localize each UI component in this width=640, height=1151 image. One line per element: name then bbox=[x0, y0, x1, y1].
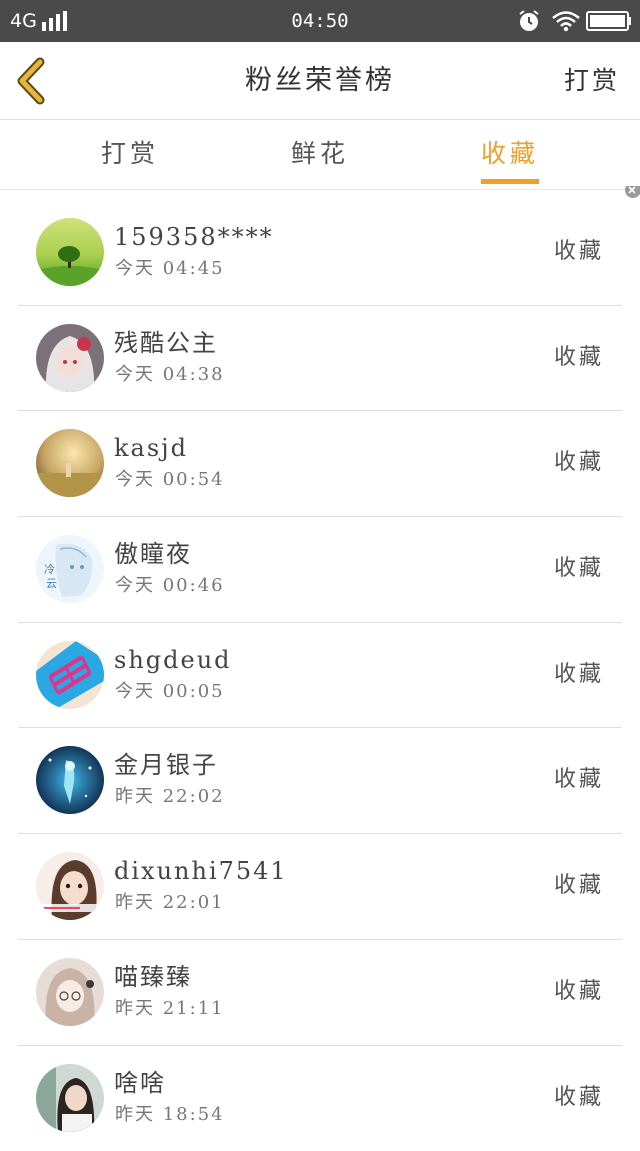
reward-button[interactable]: 打赏 bbox=[564, 42, 620, 120]
list-item[interactable]: 啥啥 昨天 18:54 收藏 bbox=[0, 1046, 640, 1151]
avatar-field-sunset bbox=[36, 429, 104, 497]
list-item[interactable]: 残酷公主 今天 04:38 收藏 bbox=[0, 306, 640, 412]
alarm-icon bbox=[517, 9, 541, 33]
avatar-anime-girl-white bbox=[36, 324, 104, 392]
user-name: 金月银子 bbox=[114, 750, 218, 780]
avatar-anime-blue-sketch: 冷 云 bbox=[36, 535, 104, 603]
avatar-girl-photo bbox=[36, 1064, 104, 1132]
action-label: 收藏 bbox=[554, 549, 604, 589]
favorites-list: 159358**** 今天 04:45 收藏 残酷公主 今天 04:38 收藏 bbox=[0, 200, 640, 1151]
timestamp: 今天 00:46 bbox=[115, 574, 225, 598]
user-name: 残酷公主 bbox=[114, 328, 218, 358]
timestamp: 昨天 18:54 bbox=[115, 1103, 225, 1127]
list-item[interactable]: 金月银子 昨天 22:02 收藏 bbox=[0, 728, 640, 834]
user-name: dixunhi7541 bbox=[114, 856, 288, 886]
avatar-girl-portrait bbox=[36, 852, 104, 920]
back-button[interactable] bbox=[10, 54, 58, 108]
list-item[interactable]: 冷 云 傲瞳夜 今天 00:46 收藏 bbox=[0, 517, 640, 623]
timestamp: 昨天 22:02 bbox=[115, 785, 225, 809]
list-item[interactable]: dixunhi7541 昨天 22:01 收藏 bbox=[0, 834, 640, 940]
tab-flowers[interactable]: 鲜花 bbox=[260, 120, 380, 190]
timestamp: 昨天 21:11 bbox=[115, 997, 225, 1021]
avatar bbox=[36, 1064, 104, 1132]
action-label: 收藏 bbox=[554, 338, 604, 378]
action-label: 收藏 bbox=[554, 972, 604, 1012]
list-item[interactable]: 159358**** 今天 04:45 收藏 bbox=[0, 200, 640, 306]
avatar bbox=[36, 429, 104, 497]
action-label: 收藏 bbox=[554, 443, 604, 483]
navigation-header: 粉丝荣誉榜 打赏 bbox=[0, 42, 640, 120]
avatar-pink-laces bbox=[36, 641, 104, 709]
avatar-illustrated-girl bbox=[36, 958, 104, 1026]
timestamp: 昨天 22:01 bbox=[115, 891, 225, 915]
action-label: 收藏 bbox=[554, 655, 604, 695]
action-label: 收藏 bbox=[554, 760, 604, 800]
avatar-anime-night bbox=[36, 746, 104, 814]
avatar bbox=[36, 641, 104, 709]
tab-reward[interactable]: 打赏 bbox=[70, 120, 190, 190]
status-clock: 04:50 bbox=[0, 9, 640, 33]
user-name: kasjd bbox=[114, 433, 188, 463]
timestamp: 今天 00:05 bbox=[115, 680, 225, 704]
page-title: 粉丝荣誉榜 bbox=[0, 42, 640, 120]
timestamp: 今天 00:54 bbox=[115, 468, 225, 492]
tab-bar: 打赏 鲜花 收藏 bbox=[0, 120, 640, 190]
active-tab-indicator bbox=[481, 179, 539, 184]
avatar: 冷 云 bbox=[36, 535, 104, 603]
avatar bbox=[36, 218, 104, 286]
avatar-green-tree bbox=[36, 218, 104, 286]
list-item[interactable]: 喵臻臻 昨天 21:11 收藏 bbox=[0, 940, 640, 1046]
timestamp: 今天 04:38 bbox=[115, 363, 225, 387]
wifi-icon bbox=[551, 10, 581, 32]
chevron-left-icon bbox=[10, 54, 58, 108]
user-name: 159358**** bbox=[114, 222, 274, 252]
action-label: 收藏 bbox=[554, 866, 604, 906]
action-label: 收藏 bbox=[554, 1078, 604, 1118]
status-bar: 4G 04:50 bbox=[0, 0, 640, 42]
action-label: 收藏 bbox=[554, 232, 604, 272]
avatar bbox=[36, 324, 104, 392]
list-item[interactable]: kasjd 今天 00:54 收藏 bbox=[0, 411, 640, 517]
user-name: 啥啥 bbox=[114, 1068, 166, 1098]
user-name: 傲瞳夜 bbox=[114, 539, 192, 569]
avatar bbox=[36, 746, 104, 814]
avatar bbox=[36, 958, 104, 1026]
svg-text:云: 云 bbox=[46, 577, 57, 590]
timestamp: 今天 04:45 bbox=[115, 257, 225, 281]
list-item[interactable]: shgdeud 今天 00:05 收藏 bbox=[0, 623, 640, 729]
user-name: 喵臻臻 bbox=[114, 962, 192, 992]
avatar bbox=[36, 852, 104, 920]
battery-icon bbox=[586, 11, 632, 31]
user-name: shgdeud bbox=[114, 645, 232, 675]
svg-text:冷: 冷 bbox=[44, 563, 55, 576]
